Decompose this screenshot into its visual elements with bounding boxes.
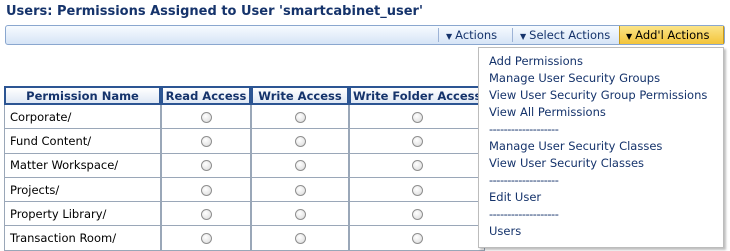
menu-item-users[interactable]: Users: [479, 223, 723, 240]
table-row: Projects/: [4, 177, 486, 203]
column-header-write-access[interactable]: Write Access: [251, 86, 349, 105]
actions-button[interactable]: ▼ Actions: [440, 26, 512, 44]
permission-name-cell: Matter Workspace/: [4, 153, 161, 178]
menu-item-view-user-security-group-permissions[interactable]: View User Security Group Permissions: [479, 87, 723, 104]
action-toolbar: ▼ Actions ▼ Select Actions ▼ Add'l Actions: [5, 25, 725, 45]
menu-item-view-all-permissions[interactable]: View All Permissions: [479, 104, 723, 121]
toolbar-separator: [438, 28, 439, 42]
column-header-write-folder-access[interactable]: Write Folder Access: [349, 86, 486, 105]
write-access-radio[interactable]: [294, 111, 306, 123]
menu-separator: -------------------: [489, 122, 559, 136]
table-row: Transaction Room/: [4, 226, 486, 251]
write-folder-access-radio[interactable]: [411, 111, 423, 123]
toolbar-separator: [512, 28, 513, 42]
write-folder-access-radio[interactable]: [411, 208, 423, 220]
actions-label: Actions: [455, 28, 498, 42]
permission-name-cell: Property Library/: [4, 202, 161, 227]
menu-separator: -------------------: [489, 173, 559, 187]
write-access-radio[interactable]: [294, 208, 306, 220]
read-access-radio[interactable]: [200, 160, 212, 172]
permission-name-cell: Transaction Room/: [4, 226, 161, 251]
select-actions-button[interactable]: ▼ Select Actions: [514, 26, 619, 44]
write-access-radio[interactable]: [294, 233, 306, 245]
read-access-radio[interactable]: [200, 111, 212, 123]
addl-actions-button[interactable]: ▼ Add'l Actions: [619, 26, 724, 44]
permission-name-cell: Corporate/: [4, 105, 161, 130]
dropdown-arrow-icon: ▼: [626, 32, 633, 41]
permission-name-cell: Fund Content/: [4, 129, 161, 154]
read-access-radio[interactable]: [200, 135, 212, 147]
dropdown-arrow-icon: ▼: [520, 32, 527, 41]
write-folder-access-radio[interactable]: [411, 135, 423, 147]
column-header-permission-name[interactable]: Permission Name: [4, 86, 161, 105]
read-access-radio[interactable]: [200, 233, 212, 245]
table-row: Corporate/: [4, 105, 486, 130]
column-header-read-access[interactable]: Read Access: [161, 86, 251, 105]
permission-name-cell: Projects/: [4, 177, 161, 203]
menu-item-manage-user-security-groups[interactable]: Manage User Security Groups: [479, 70, 723, 87]
table-row: Matter Workspace/: [4, 153, 486, 178]
write-folder-access-radio[interactable]: [411, 160, 423, 172]
table-header-row: Permission Name Read Access Write Access…: [4, 86, 486, 105]
menu-item-manage-user-security-classes[interactable]: Manage User Security Classes: [479, 138, 723, 155]
menu-item-edit-user[interactable]: Edit User: [479, 189, 723, 206]
select-actions-label: Select Actions: [529, 28, 611, 42]
table-row: Fund Content/: [4, 129, 486, 154]
addl-actions-menu: Add Permissions Manage User Security Gro…: [478, 47, 724, 248]
dropdown-arrow-icon: ▼: [446, 32, 453, 41]
read-access-radio[interactable]: [200, 184, 212, 196]
table-row: Property Library/: [4, 202, 486, 227]
write-access-radio[interactable]: [294, 135, 306, 147]
addl-actions-label: Add'l Actions: [635, 28, 710, 42]
read-access-radio[interactable]: [200, 208, 212, 220]
write-access-radio[interactable]: [294, 160, 306, 172]
write-folder-access-radio[interactable]: [411, 233, 423, 245]
page-title: Users: Permissions Assigned to User 'sma…: [6, 4, 423, 19]
menu-separator: -------------------: [489, 207, 559, 221]
permissions-table: Permission Name Read Access Write Access…: [4, 86, 486, 251]
write-access-radio[interactable]: [294, 184, 306, 196]
menu-item-add-permissions[interactable]: Add Permissions: [479, 53, 723, 70]
menu-item-view-user-security-classes[interactable]: View User Security Classes: [479, 155, 723, 172]
write-folder-access-radio[interactable]: [411, 184, 423, 196]
